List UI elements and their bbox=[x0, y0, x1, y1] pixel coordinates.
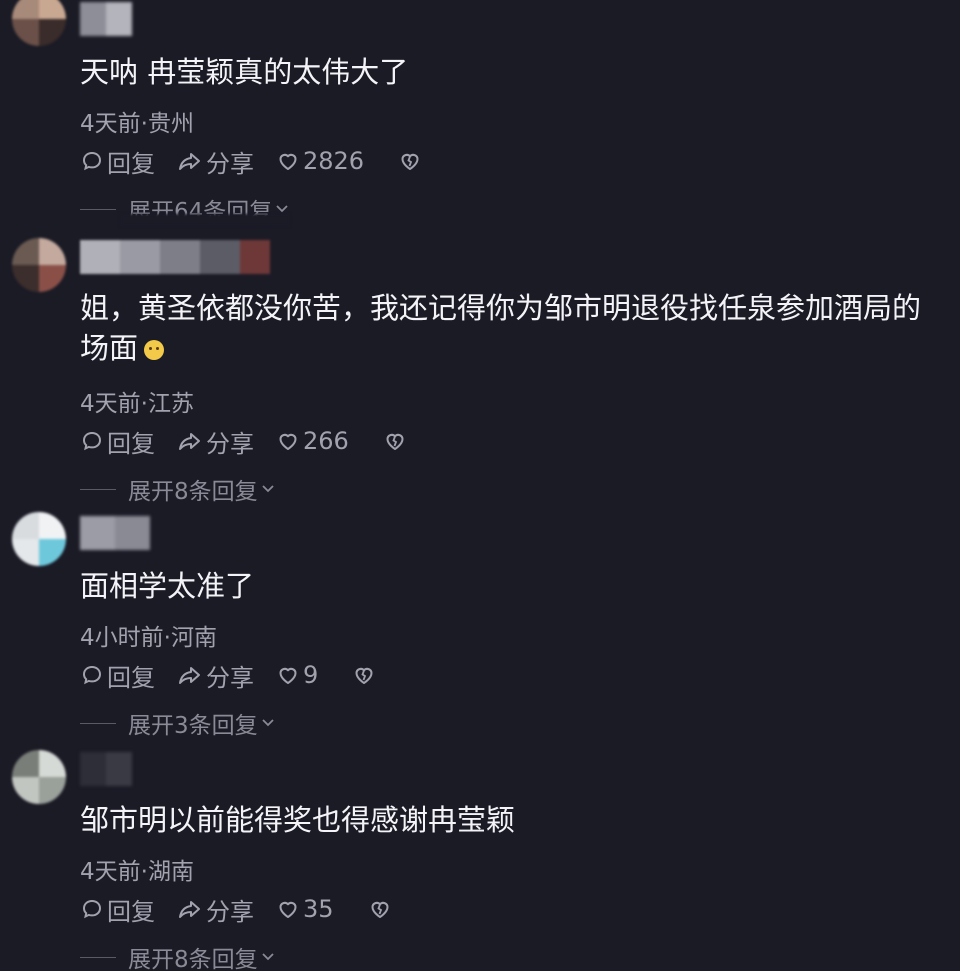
reply-label: 回复 bbox=[107, 663, 155, 692]
comment-actions: 回复 分享 266 bbox=[80, 424, 407, 459]
emoji-icon bbox=[144, 340, 165, 360]
reply-button[interactable]: 回复 bbox=[80, 892, 155, 927]
comment-bubble-icon bbox=[82, 899, 102, 919]
comment-text: 面相学太准了 bbox=[80, 566, 254, 606]
reply-label: 回复 bbox=[107, 149, 155, 178]
avatar[interactable] bbox=[12, 512, 66, 566]
comment-actions: 回复 分享 2826 bbox=[80, 144, 422, 179]
dislike-button[interactable] bbox=[368, 897, 392, 921]
reply-button[interactable]: 回复 bbox=[80, 658, 155, 693]
share-arrow-icon bbox=[179, 433, 200, 450]
expand-replies-label: 展开3条回复 bbox=[128, 713, 258, 739]
reply-label: 回复 bbox=[107, 429, 155, 458]
chevron-down-icon bbox=[260, 951, 276, 963]
heart-icon bbox=[279, 901, 297, 918]
share-button[interactable]: 分享 bbox=[177, 144, 254, 179]
share-arrow-icon bbox=[179, 901, 200, 918]
comment-text-segment: 场面 bbox=[80, 331, 139, 365]
chevron-down-icon bbox=[260, 717, 276, 729]
comment-text-line: 邹市明以前能得奖也得感谢冉莹颖 bbox=[80, 803, 516, 837]
heart-icon bbox=[279, 153, 297, 170]
expand-replies-label: 展开8条回复 bbox=[128, 479, 258, 505]
broken-heart-icon bbox=[386, 433, 404, 450]
comment-bubble-icon bbox=[82, 151, 102, 171]
dislike-button[interactable] bbox=[352, 663, 376, 687]
expand-replies-button[interactable]: 展开3条回复 bbox=[80, 708, 276, 739]
avatar[interactable] bbox=[12, 750, 66, 804]
comment-text: 邹市明以前能得奖也得感谢冉莹颖 bbox=[80, 800, 515, 840]
share-arrow-icon bbox=[179, 667, 200, 684]
like-count: 2826 bbox=[303, 147, 365, 175]
heart-icon bbox=[279, 433, 297, 450]
avatar[interactable] bbox=[12, 0, 66, 46]
comment-meta: 4天前·江苏 bbox=[80, 391, 194, 417]
username[interactable] bbox=[80, 752, 132, 786]
dislike-button[interactable] bbox=[398, 149, 422, 173]
comment-actions: 回复 分享 9 bbox=[80, 658, 376, 693]
like-count: 266 bbox=[303, 427, 349, 455]
reply-label: 回复 bbox=[107, 897, 155, 926]
comment-meta: 4天前·贵州 bbox=[80, 111, 194, 137]
like-count: 35 bbox=[303, 895, 334, 923]
broken-heart-icon bbox=[371, 901, 389, 918]
divider bbox=[80, 956, 116, 958]
divider bbox=[80, 488, 116, 490]
like-button[interactable]: 266 bbox=[276, 427, 349, 455]
comment-text-line: 面相学太准了 bbox=[80, 569, 255, 603]
share-button[interactable]: 分享 bbox=[177, 892, 254, 927]
comment-text: 姐，黄圣依都没你苦，我还记得你为邹市明退役找任泉参加酒局的 场面 bbox=[80, 288, 921, 368]
expand-replies-label: 展开8条回复 bbox=[128, 947, 258, 971]
share-label: 分享 bbox=[206, 429, 254, 458]
like-button[interactable]: 9 bbox=[276, 661, 318, 689]
chevron-down-icon bbox=[260, 483, 276, 495]
username[interactable] bbox=[80, 2, 132, 36]
divider bbox=[80, 722, 116, 724]
comment-meta: 4天前·湖南 bbox=[80, 859, 194, 885]
broken-heart-icon bbox=[355, 667, 373, 684]
dislike-button[interactable] bbox=[383, 429, 407, 453]
comment-text: 天呐 冉莹颖真的太伟大了 bbox=[80, 52, 408, 92]
expand-replies-button[interactable]: 展开8条回复 bbox=[80, 474, 276, 505]
expand-replies-button[interactable]: 展开8条回复 bbox=[80, 942, 276, 971]
divider bbox=[80, 208, 116, 210]
broken-heart-icon bbox=[401, 153, 419, 170]
like-count: 9 bbox=[303, 661, 319, 689]
share-arrow-icon bbox=[179, 153, 200, 170]
reply-button[interactable]: 回复 bbox=[80, 144, 155, 179]
reply-button[interactable]: 回复 bbox=[80, 424, 155, 459]
comment-meta: 4小时前·河南 bbox=[80, 625, 217, 651]
comment-bubble-icon bbox=[82, 665, 102, 685]
avatar[interactable] bbox=[12, 238, 66, 292]
heart-icon bbox=[279, 667, 297, 684]
like-button[interactable]: 35 bbox=[276, 895, 334, 923]
share-label: 分享 bbox=[206, 149, 254, 178]
comment-text-line: 场面 bbox=[80, 328, 921, 368]
username[interactable] bbox=[80, 516, 150, 550]
comment-text-line: 姐，黄圣依都没你苦，我还记得你为邹市明退役找任泉参加酒局的 bbox=[80, 291, 922, 325]
share-button[interactable]: 分享 bbox=[177, 658, 254, 693]
share-label: 分享 bbox=[206, 663, 254, 692]
share-label: 分享 bbox=[206, 897, 254, 926]
share-button[interactable]: 分享 bbox=[177, 424, 254, 459]
comment-actions: 回复 分享 35 bbox=[80, 892, 392, 927]
like-button[interactable]: 2826 bbox=[276, 147, 364, 175]
comment-text-line: 天呐 冉莹颖真的太伟大了 bbox=[80, 55, 409, 89]
pixelation-mask bbox=[80, 214, 290, 274]
comment-bubble-icon bbox=[82, 431, 102, 451]
